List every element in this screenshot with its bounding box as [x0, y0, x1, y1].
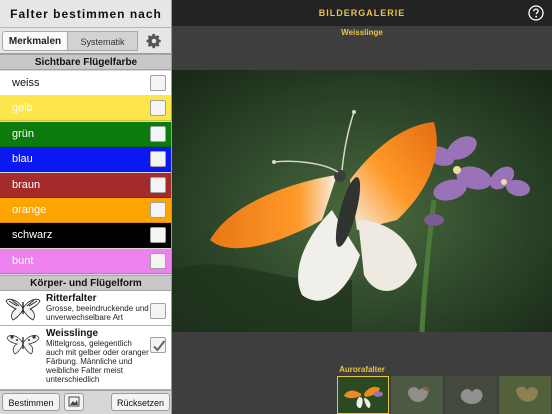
tab-bar: Merkmalen Systematik — [0, 28, 171, 54]
color-checkbox[interactable] — [150, 75, 166, 91]
image-icon — [68, 396, 80, 407]
help-icon[interactable] — [528, 5, 544, 21]
species-row-weisslinge[interactable]: Weisslinge Mittelgross, gelegentlich auc… — [0, 326, 171, 390]
color-checkbox[interactable] — [150, 151, 166, 168]
color-label: schwarz — [12, 229, 53, 242]
thumbnail-4[interactable] — [499, 376, 551, 414]
gear-icon[interactable] — [145, 32, 163, 50]
bottom-toolbar: Bestimmen Rücksetzen — [0, 390, 171, 414]
species-checkbox[interactable] — [150, 337, 166, 353]
color-label: grün — [12, 127, 35, 140]
color-row-gelb[interactable]: gelb — [0, 96, 171, 122]
color-checkbox[interactable] — [150, 202, 166, 218]
thumbnail-caption: Aurorafalter — [339, 365, 385, 374]
color-checkbox[interactable] — [150, 252, 166, 269]
color-label: weiss — [12, 77, 40, 89]
color-row-blau[interactable]: blau — [0, 147, 171, 173]
color-checkbox[interactable] — [150, 227, 166, 244]
color-checkbox[interactable] — [150, 176, 166, 193]
section-wing-color: Sichtbare Flügelfarbe — [0, 54, 171, 70]
determine-button[interactable]: Bestimmen — [2, 393, 60, 411]
color-row-grün[interactable]: grün — [0, 121, 171, 147]
thumbnail-3[interactable] — [445, 376, 497, 414]
species-heading: Weisslinge — [341, 28, 383, 37]
image-gallery: BILDERGALERIE Weisslinge Aurorafalter — [172, 0, 552, 414]
species-description: Mittelgross, gelegentlich auch mit gelbe… — [46, 339, 149, 384]
color-row-bunt[interactable]: bunt — [0, 248, 171, 274]
species-name: Ritterfalter — [46, 293, 97, 304]
swallowtail-thumbnail-icon — [5, 298, 41, 321]
species-description: Grosse, beeindruckende und unverwechselb… — [46, 304, 149, 322]
species-name: Weisslinge — [46, 328, 99, 339]
tab-systematik[interactable]: Systematik — [68, 31, 138, 51]
gallery-title: BILDERGALERIE — [172, 0, 552, 26]
tab-merkmalen[interactable]: Merkmalen — [2, 31, 68, 51]
color-label: gelb — [12, 102, 33, 115]
thumbnail-strip — [337, 376, 552, 414]
color-label: braun — [12, 178, 41, 191]
color-row-schwarz[interactable]: schwarz — [0, 223, 171, 249]
image-button[interactable] — [64, 393, 84, 411]
color-label: orange — [12, 204, 47, 216]
reset-button[interactable]: Rücksetzen — [111, 393, 170, 411]
color-label: bunt — [12, 254, 34, 267]
species-row-ritterfalter[interactable]: Ritterfalter Grosse, beeindruckende und … — [0, 291, 171, 326]
color-checkbox[interactable] — [150, 100, 166, 117]
thumbnail-2[interactable] — [391, 376, 443, 414]
section-body-shape: Körper- und Flügelform — [0, 275, 171, 291]
thumbnail-1[interactable] — [337, 376, 389, 414]
color-label: blau — [12, 153, 33, 166]
color-checkbox[interactable] — [150, 125, 166, 142]
panel-title: Falter bestimmen nach — [0, 0, 171, 28]
color-row-braun[interactable]: braun — [0, 172, 171, 198]
filter-panel: Falter bestimmen nach Merkmalen Systemat… — [0, 0, 172, 414]
pieris-thumbnail-icon — [6, 335, 40, 355]
butterfly-photo[interactable] — [172, 70, 552, 332]
checkmark-icon — [153, 340, 166, 352]
species-checkbox[interactable] — [150, 303, 166, 319]
color-row-orange[interactable]: orange — [0, 198, 171, 223]
color-row-weiss[interactable]: weiss — [0, 71, 171, 96]
